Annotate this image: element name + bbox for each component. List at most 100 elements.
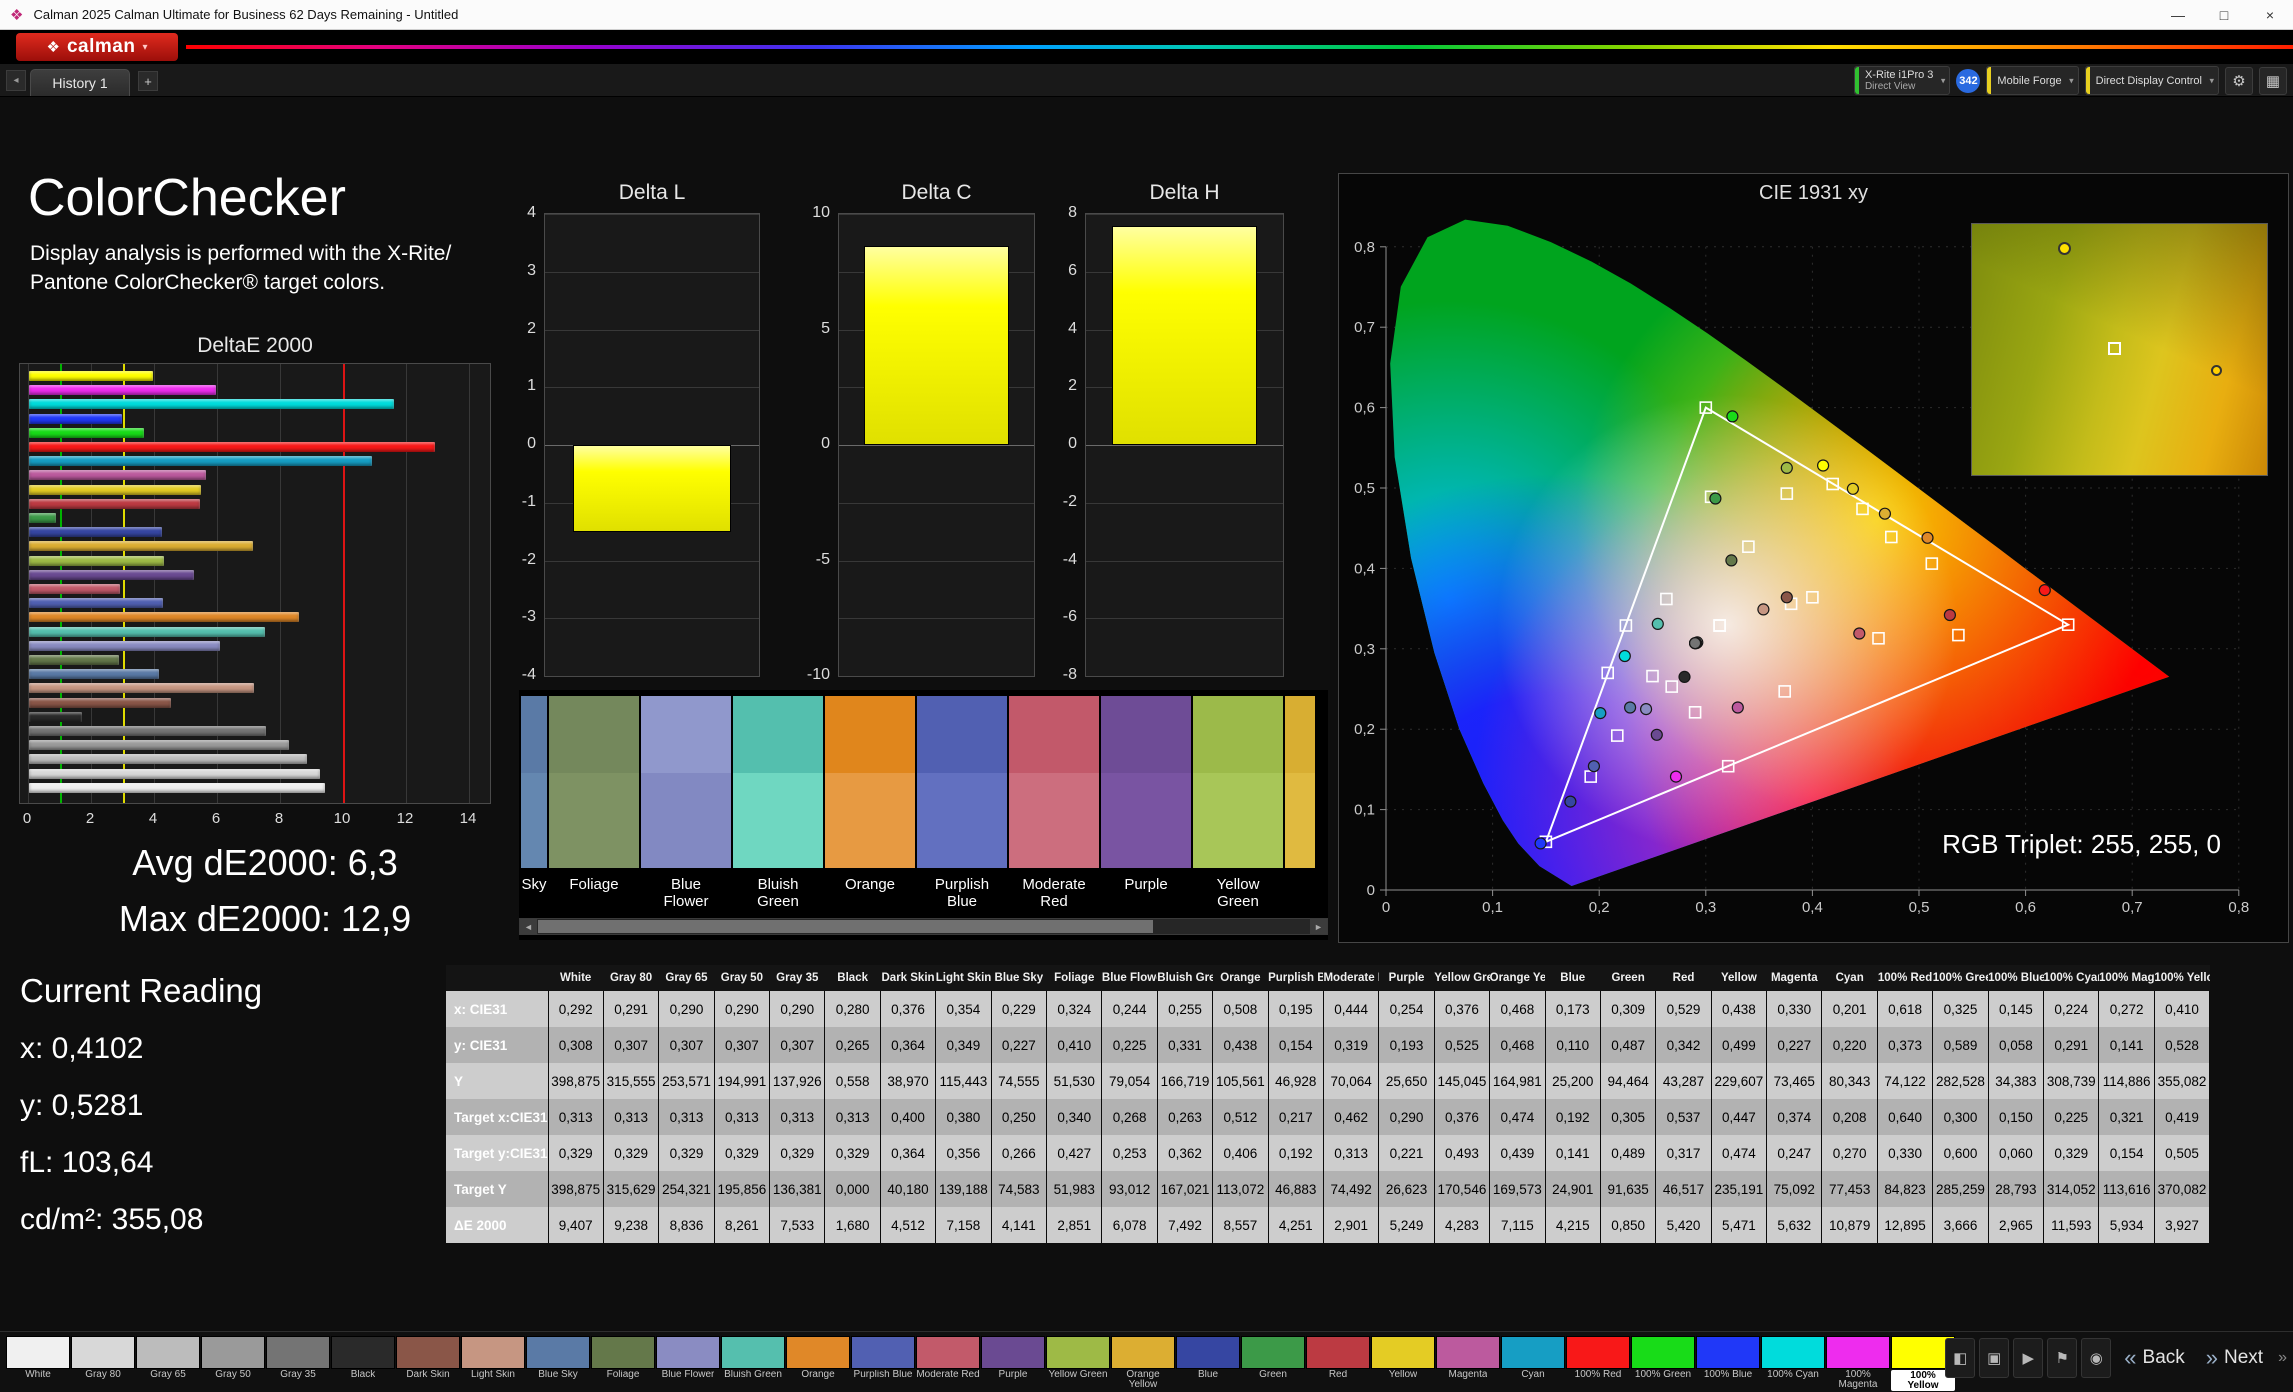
- patch-button[interactable]: Purplish Blue: [851, 1336, 915, 1391]
- workspace-layout-icon[interactable]: ▦: [2259, 67, 2287, 95]
- patch-button[interactable]: Gray 80: [71, 1336, 135, 1391]
- table-cell: 0,349: [936, 1027, 991, 1063]
- deltae-bar: [29, 584, 120, 594]
- patch-button[interactable]: Gray 50: [201, 1336, 265, 1391]
- patch-button[interactable]: Orange: [786, 1336, 850, 1391]
- patch-strip-scrollbar[interactable]: ◄ ►: [519, 918, 1328, 935]
- scrollbar-thumb[interactable]: [538, 920, 1153, 933]
- table-cell: 3,666: [1933, 1207, 1988, 1243]
- play-icon[interactable]: ▶: [2013, 1338, 2043, 1378]
- patch-button[interactable]: Gray 35: [266, 1336, 330, 1391]
- inset-measured-point: [2058, 242, 2071, 255]
- patch-button[interactable]: Magenta: [1436, 1336, 1500, 1391]
- overflow-chevron-icon[interactable]: »: [2276, 1349, 2289, 1367]
- table-cell: 0,364: [880, 1027, 935, 1063]
- patch-color: [1696, 1336, 1760, 1369]
- deltae-bar: [29, 769, 320, 779]
- patch-color: [6, 1336, 70, 1369]
- delta-gridline: [545, 214, 759, 215]
- add-tab-button[interactable]: +: [138, 71, 158, 91]
- table-cell: 0,600: [1933, 1135, 1988, 1171]
- patch-button[interactable]: Dark Skin: [396, 1336, 460, 1391]
- tab-scroll-button[interactable]: ◂: [6, 70, 26, 91]
- patch-bottom-half: [641, 773, 731, 868]
- table-cell: 51,983: [1047, 1171, 1102, 1207]
- patch-button[interactable]: Green: [1241, 1336, 1305, 1391]
- patch-label-line: Blue: [917, 893, 1007, 910]
- patch-button[interactable]: Bluish Green: [721, 1336, 785, 1391]
- patch-button[interactable]: White: [6, 1336, 70, 1391]
- table-col-header: 100% Green: [1933, 965, 1988, 991]
- source-selector-button[interactable]: Mobile Forge ▾: [1986, 66, 2078, 95]
- table-cell: 0,305: [1600, 1099, 1655, 1135]
- table-cell: 0,468: [1490, 991, 1545, 1027]
- maximize-button[interactable]: □: [2201, 0, 2247, 30]
- minimize-button[interactable]: —: [2155, 0, 2201, 30]
- patch-button[interactable]: Moderate Red: [916, 1336, 980, 1391]
- patch-button[interactable]: Gray 65: [136, 1336, 200, 1391]
- delta-axis-label: -8: [1043, 666, 1077, 684]
- delta-c-chart: [838, 213, 1035, 677]
- settings-gear-icon[interactable]: ⚙: [2225, 67, 2253, 95]
- table-cell: 91,635: [1600, 1171, 1655, 1207]
- patch-button[interactable]: Light Skin: [461, 1336, 525, 1391]
- next-button[interactable]: » Next: [2198, 1338, 2271, 1378]
- flag-icon[interactable]: ⚑: [2047, 1338, 2077, 1378]
- table-row: Target x:CIE310,3130,3130,3130,3130,3130…: [446, 1099, 2210, 1135]
- scroll-right-arrow-icon[interactable]: ►: [1310, 919, 1327, 934]
- table-row-label: Target x:CIE31: [446, 1099, 548, 1135]
- color-patch-swatch: [1193, 696, 1283, 868]
- scroll-left-arrow-icon[interactable]: ◄: [520, 919, 537, 934]
- patch-button[interactable]: Cyan: [1501, 1336, 1565, 1391]
- delta-gridline: [839, 676, 1034, 677]
- back-button[interactable]: « Back: [2116, 1338, 2193, 1378]
- patch-color: [1241, 1336, 1305, 1369]
- patch-button[interactable]: Blue Flower: [656, 1336, 720, 1391]
- table-cell: 0,410: [2154, 991, 2209, 1027]
- page-subtitle-line2: Pantone ColorChecker® target colors.: [30, 271, 385, 295]
- gauge-icon[interactable]: ◧: [1945, 1338, 1975, 1378]
- svg-text:0,6: 0,6: [2015, 899, 2036, 916]
- patch-button[interactable]: Blue Sky: [526, 1336, 590, 1391]
- patch-button[interactable]: Yellow: [1371, 1336, 1435, 1391]
- close-button[interactable]: ×: [2247, 0, 2293, 30]
- svg-text:0,8: 0,8: [1354, 239, 1375, 256]
- table-col-header: Cyan: [1822, 965, 1877, 991]
- patch-button[interactable]: Purple: [981, 1336, 1045, 1391]
- meter-selector-button[interactable]: X-Rite i1Pro 3 Direct View ▾: [1854, 66, 1950, 95]
- display-control-button[interactable]: Direct Display Control ▾: [2085, 66, 2219, 95]
- calman-menu-button[interactable]: ❖ calman ▾: [16, 33, 178, 61]
- patch-button[interactable]: 100% Blue: [1696, 1336, 1760, 1391]
- tab-history-1[interactable]: History 1: [30, 69, 130, 96]
- patch-button[interactable]: Yellow Green: [1046, 1336, 1110, 1391]
- patch-button[interactable]: 100% Green: [1631, 1336, 1695, 1391]
- table-cell: 0,438: [1711, 991, 1766, 1027]
- table-col-header: Gray 65: [659, 965, 714, 991]
- color-patch-label: YellowGreen: [1193, 876, 1283, 912]
- deltae-chart-title: DeltaE 2000: [19, 334, 491, 358]
- patch-button[interactable]: Foliage: [591, 1336, 655, 1391]
- patch-button[interactable]: 100% Magenta: [1826, 1336, 1890, 1391]
- patch-button[interactable]: Black: [331, 1336, 395, 1391]
- camera-icon[interactable]: ▣: [1979, 1338, 2009, 1378]
- patch-button-label: Gray 65: [150, 1370, 186, 1391]
- table-col-header: Magenta: [1767, 965, 1822, 991]
- patch-button[interactable]: 100% Red: [1566, 1336, 1630, 1391]
- calman-logo-text: calman: [67, 36, 135, 58]
- table-cell: 0,850: [1600, 1207, 1655, 1243]
- patch-label-line: Flower: [641, 893, 731, 910]
- patch-button[interactable]: Blue: [1176, 1336, 1240, 1391]
- table-cell: 0,154: [2099, 1135, 2154, 1171]
- table-cell: 0,000: [825, 1171, 880, 1207]
- patch-button[interactable]: 100% Cyan: [1761, 1336, 1825, 1391]
- patch-bottom-half: [1285, 773, 1315, 868]
- table-row: x: CIE310,2920,2910,2900,2900,2900,2800,…: [446, 991, 2210, 1027]
- patch-button[interactable]: Red: [1306, 1336, 1370, 1391]
- table-cell: 0,618: [1877, 991, 1932, 1027]
- patch-button[interactable]: Orange Yellow: [1111, 1336, 1175, 1391]
- table-cell: 0,376: [1434, 1099, 1489, 1135]
- color-patch-swatch: [1101, 696, 1191, 868]
- record-icon[interactable]: ◉: [2081, 1338, 2111, 1378]
- table-cell: 74,122: [1877, 1063, 1932, 1099]
- patch-button-label: Orange Yellow: [1111, 1370, 1175, 1391]
